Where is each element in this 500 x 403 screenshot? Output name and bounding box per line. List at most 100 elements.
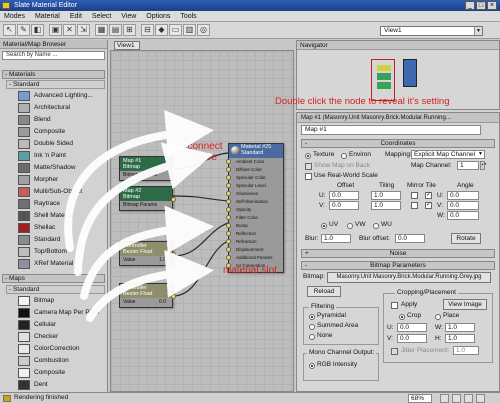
u-angle-label: U: bbox=[437, 192, 444, 199]
coordinates-rollout[interactable]: - Coordinates bbox=[301, 139, 495, 148]
summed-area-radio[interactable] bbox=[309, 324, 315, 330]
crop-label: Crop bbox=[407, 312, 422, 319]
status-bar: Rendering finished 68% bbox=[0, 392, 500, 403]
noise-rollout[interactable]: + Noise bbox=[301, 249, 495, 258]
cropping-title: Cropping/Placement bbox=[395, 289, 458, 297]
show-map-checkbox[interactable] bbox=[305, 163, 312, 170]
chevron-down-icon: ▼ bbox=[478, 151, 483, 157]
status-text: Rendering finished bbox=[14, 394, 69, 401]
parameter-editor: Map #1 (Masonry.Unit Masonry.Brick.Modul… bbox=[296, 112, 500, 392]
uv-radio[interactable] bbox=[321, 223, 327, 229]
u-mirror-checkbox[interactable] bbox=[411, 192, 418, 199]
navigator-node-green-2 bbox=[377, 82, 391, 89]
arrow-map2 bbox=[74, 142, 214, 276]
view-image-button[interactable]: View Image bbox=[443, 299, 487, 310]
blur-offset-label: Blur offset: bbox=[359, 235, 390, 242]
none-label: None bbox=[317, 332, 333, 339]
v-tile-checkbox[interactable]: ✓ bbox=[425, 202, 432, 209]
w-angle-label: W: bbox=[437, 212, 445, 219]
crop-h-label: H: bbox=[435, 335, 442, 342]
zoom-icon[interactable] bbox=[464, 394, 473, 403]
zoom-extents-icon[interactable] bbox=[440, 394, 449, 403]
use-real-world-checkbox[interactable] bbox=[305, 173, 312, 180]
mirror-tile-header: Mirror Tile bbox=[407, 182, 436, 189]
map-channel-spinner[interactable]: ▲▼ bbox=[480, 161, 487, 170]
angle-header: Angle bbox=[457, 182, 474, 189]
jitter-label: Jitter Placement: bbox=[401, 347, 450, 354]
place-label: Place bbox=[443, 312, 460, 319]
mapping-label: Mapping: bbox=[385, 151, 412, 158]
right-panels: Navigator Double click the node to revea… bbox=[275, 40, 500, 392]
zoom-region-icon[interactable] bbox=[476, 394, 485, 403]
crop-v-label: V: bbox=[387, 335, 393, 342]
v-mirror-checkbox[interactable] bbox=[411, 202, 418, 209]
v-tiling-field[interactable]: 1.0 bbox=[371, 201, 401, 210]
crop-radio[interactable] bbox=[399, 314, 405, 320]
environ-radio[interactable] bbox=[341, 153, 347, 159]
environ-label: Environ bbox=[349, 151, 372, 158]
noise-title: Noise bbox=[389, 250, 407, 257]
bitmap-label: Bitmap: bbox=[303, 273, 326, 280]
param-editor-title: Map #1 (Masonry.Unit Masonry.Brick.Modul… bbox=[297, 113, 499, 123]
summed-area-label: Summed Area bbox=[317, 322, 359, 329]
navigator-node-blue bbox=[403, 59, 417, 87]
arrow-ctrl2 bbox=[86, 249, 214, 322]
place-radio[interactable] bbox=[435, 314, 441, 320]
texture-label: Texture bbox=[313, 151, 335, 158]
apply-checkbox[interactable] bbox=[391, 302, 398, 309]
u-angle-field[interactable]: 0.0 bbox=[447, 191, 479, 200]
coordinates-title: Coordinates bbox=[380, 140, 416, 147]
map-channel-label: Map Channel: bbox=[411, 162, 452, 169]
vw-label: VW bbox=[355, 221, 366, 228]
pyramidal-radio[interactable] bbox=[309, 314, 315, 320]
texture-radio[interactable] bbox=[305, 153, 311, 159]
bitmap-params-title: Bitmap Parameters bbox=[370, 262, 426, 269]
blur-field[interactable]: 1.0 bbox=[321, 234, 351, 243]
jitter-checkbox[interactable] bbox=[391, 348, 398, 355]
crop-u-field[interactable]: 0.0 bbox=[397, 323, 427, 332]
blur-label: Blur: bbox=[305, 235, 319, 242]
mono-channel-title: Mono Channel Output: bbox=[307, 349, 377, 357]
render-status-icon bbox=[3, 395, 11, 402]
u-label: U: bbox=[319, 192, 326, 199]
map-channel-field[interactable]: 1 bbox=[457, 161, 479, 170]
none-radio[interactable] bbox=[309, 334, 315, 340]
zoom-level[interactable]: 68% bbox=[408, 394, 432, 403]
rotate-button[interactable]: Rotate bbox=[451, 233, 481, 244]
pan-icon[interactable] bbox=[452, 394, 461, 403]
navigator-title: Navigator bbox=[297, 41, 499, 50]
v-label: V: bbox=[319, 202, 325, 209]
v-offset-field[interactable]: 0.0 bbox=[329, 201, 359, 210]
crop-w-label: W: bbox=[435, 324, 443, 331]
offset-header: Offset bbox=[337, 182, 355, 189]
jitter-field[interactable]: 1.0 bbox=[453, 346, 479, 355]
reload-button[interactable]: Reload bbox=[307, 286, 341, 297]
tiling-header: Tiling bbox=[379, 182, 395, 189]
v-angle-field[interactable]: 0.0 bbox=[447, 201, 479, 210]
crop-w-field[interactable]: 1.0 bbox=[445, 323, 475, 332]
v-angle-label: V: bbox=[437, 202, 443, 209]
crop-v-field[interactable]: 0.0 bbox=[397, 334, 427, 343]
uv-label: UV bbox=[329, 221, 339, 228]
map-name-field[interactable]: Map #1 bbox=[301, 125, 481, 135]
crop-u-label: U: bbox=[387, 324, 394, 331]
pyramidal-label: Pyramidal bbox=[317, 312, 346, 319]
navigator-panel: Navigator Double click the node to revea… bbox=[275, 40, 500, 110]
mapping-value: Explicit Map Channel bbox=[414, 151, 476, 158]
apply-label: Apply bbox=[401, 301, 418, 308]
vw-radio[interactable] bbox=[347, 223, 353, 229]
w-angle-field[interactable]: 0.0 bbox=[447, 211, 479, 220]
navigator-node-yellow bbox=[377, 65, 391, 71]
wu-label: WU bbox=[381, 221, 392, 228]
u-tiling-field[interactable]: 1.0 bbox=[371, 191, 401, 200]
mapping-dropdown[interactable]: Explicit Map Channel ▼ bbox=[411, 150, 485, 159]
u-offset-field[interactable]: 0.0 bbox=[329, 191, 359, 200]
rgb-intensity-radio[interactable] bbox=[309, 363, 315, 369]
wu-radio[interactable] bbox=[373, 223, 379, 229]
u-tile-checkbox[interactable]: ✓ bbox=[425, 192, 432, 199]
bitmap-params-rollout[interactable]: - Bitmap Parameters bbox=[301, 261, 495, 270]
crop-h-field[interactable]: 1.0 bbox=[445, 334, 475, 343]
bitmap-path-button[interactable]: Masonry.Unit Masonry.Brick.Modular.Runni… bbox=[327, 272, 491, 283]
blur-offset-field[interactable]: 0.0 bbox=[395, 234, 425, 243]
show-map-label: Show Map on Back bbox=[314, 162, 371, 169]
